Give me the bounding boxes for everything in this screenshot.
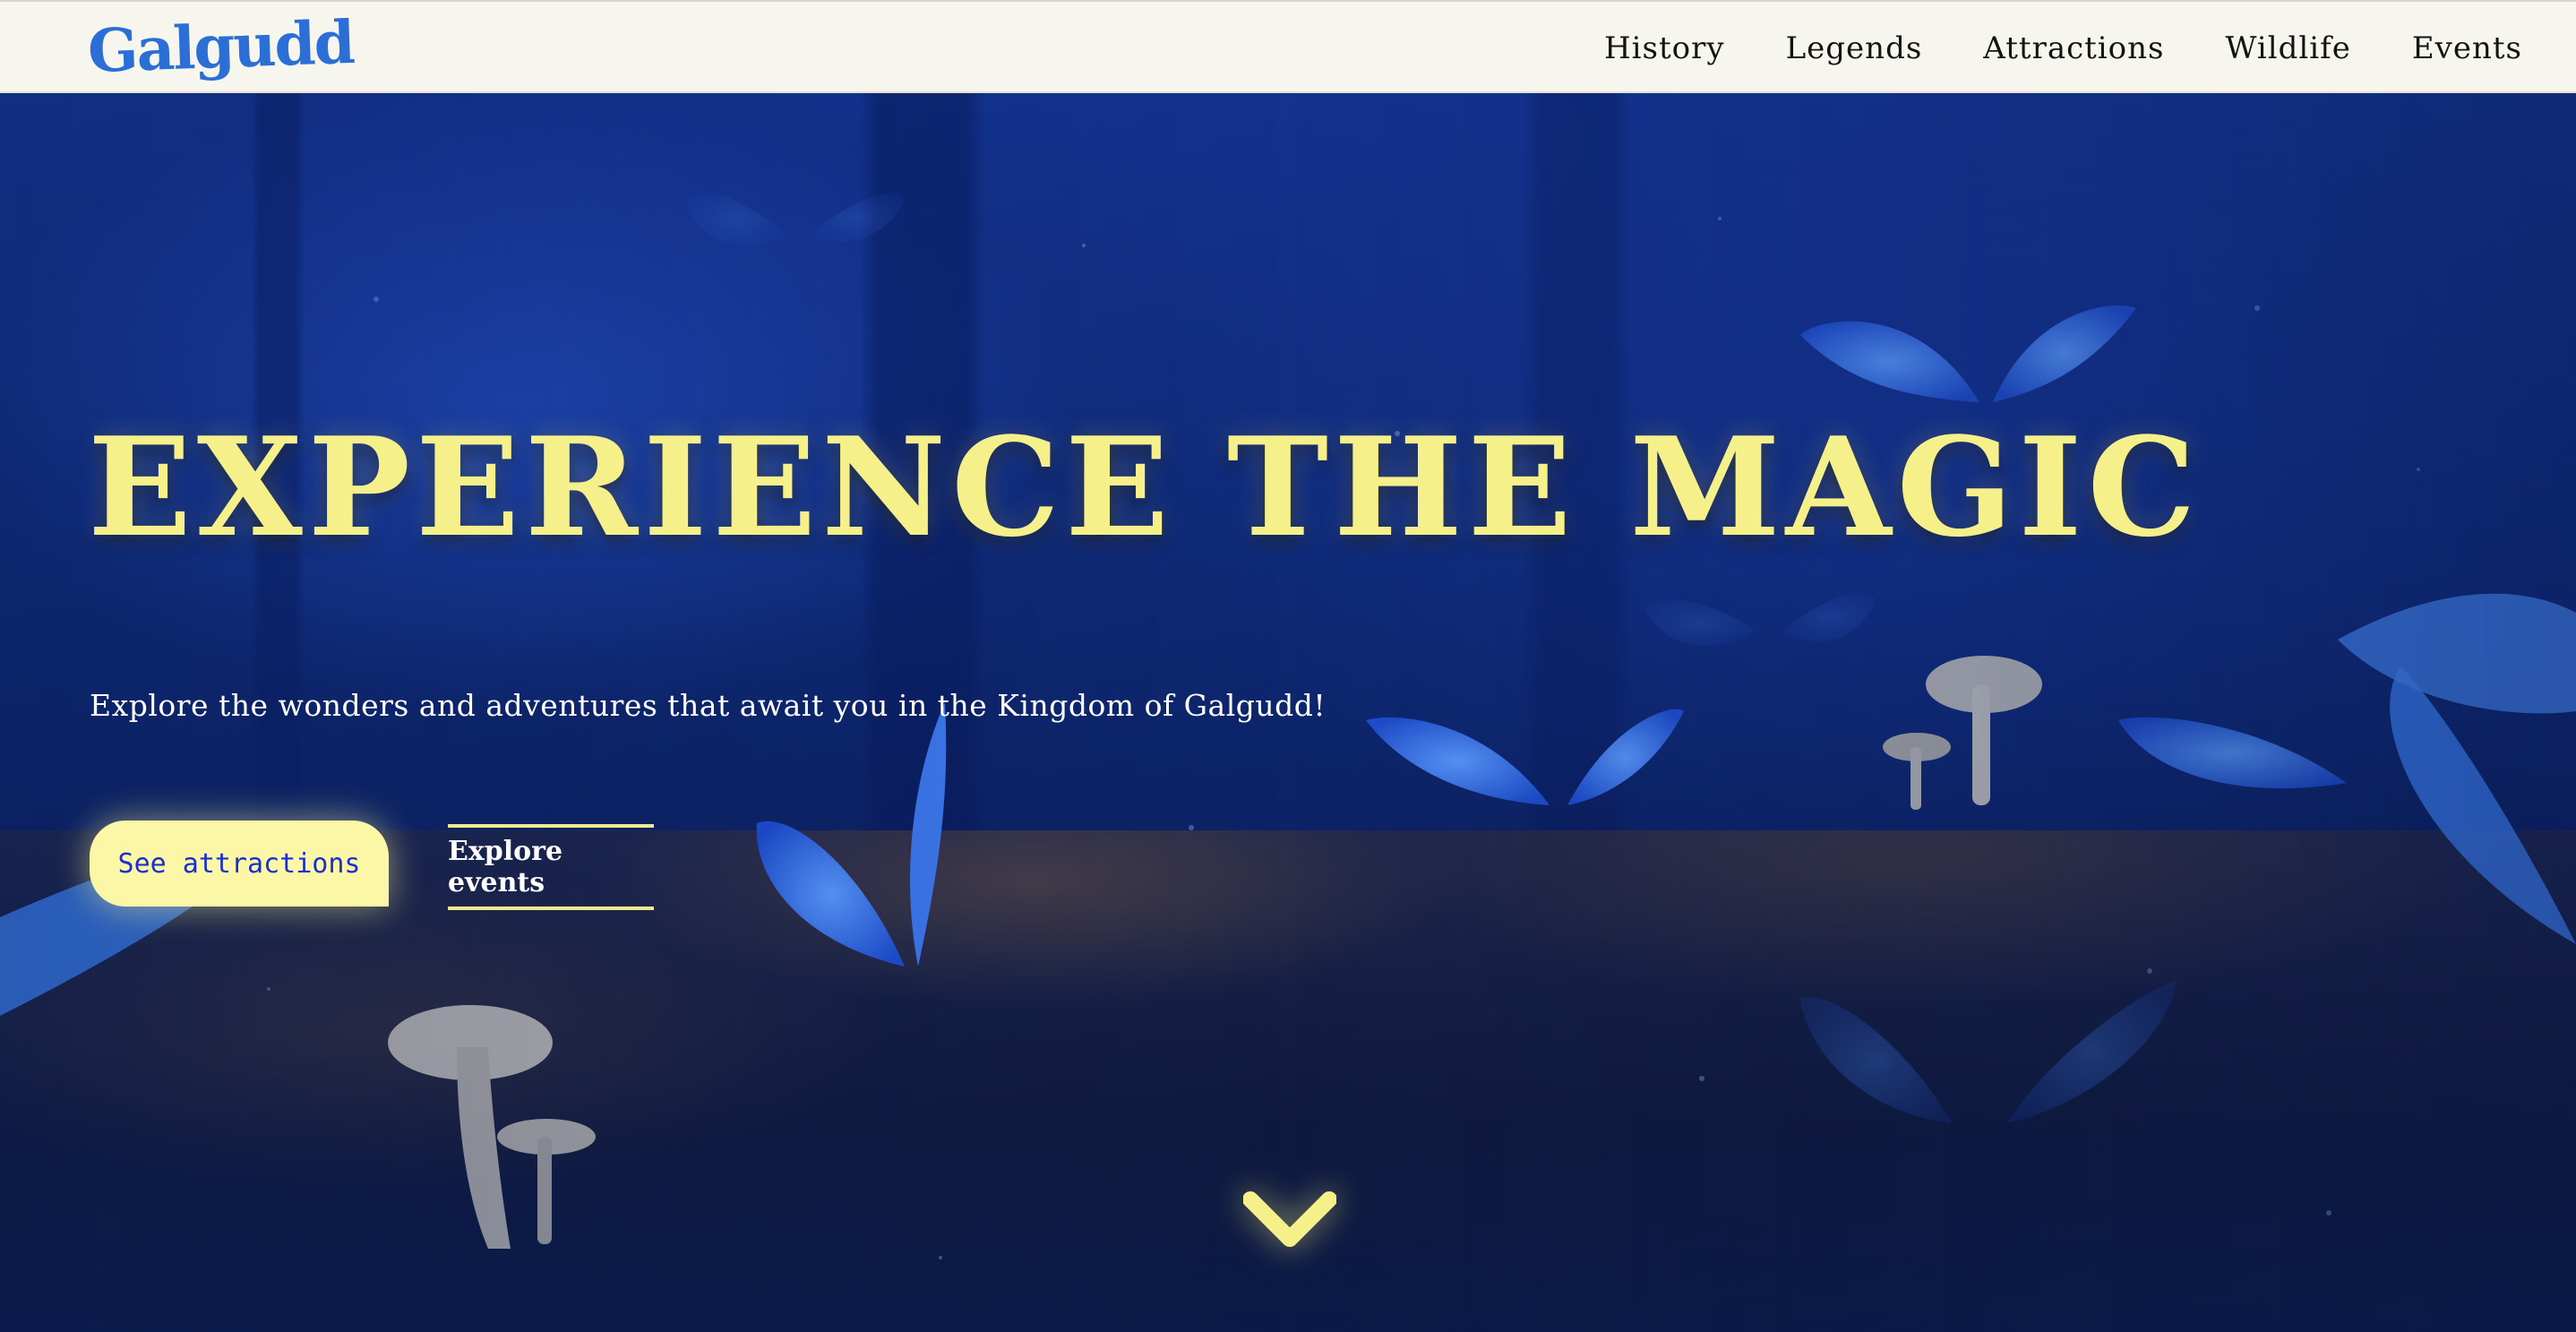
hero-title: EXPERIENCE THE MAGIC bbox=[88, 407, 2202, 567]
hero-section: EXPERIENCE THE MAGIC Explore the wonders… bbox=[0, 93, 2576, 1332]
chevron-down-icon bbox=[1243, 1191, 1336, 1247]
top-navbar: Galgudd History Legends Attractions Wild… bbox=[0, 0, 2576, 93]
hero-subtitle: Explore the wonders and adventures that … bbox=[90, 688, 1327, 723]
main-nav: History Legends Attractions Wildlife Eve… bbox=[1604, 2, 2522, 95]
scroll-down-button[interactable] bbox=[1236, 1177, 1344, 1267]
nav-item-history[interactable]: History bbox=[1604, 30, 1725, 66]
see-attractions-button[interactable]: See attractions bbox=[90, 821, 389, 907]
nav-item-attractions[interactable]: Attractions bbox=[1983, 30, 2164, 66]
explore-events-button[interactable]: Explore events bbox=[448, 824, 654, 910]
nav-item-wildlife[interactable]: Wildlife bbox=[2226, 30, 2351, 66]
nav-item-legends[interactable]: Legends bbox=[1786, 30, 1923, 66]
site-logo[interactable]: Galgudd bbox=[86, 0, 355, 94]
nav-item-events[interactable]: Events bbox=[2412, 30, 2522, 66]
